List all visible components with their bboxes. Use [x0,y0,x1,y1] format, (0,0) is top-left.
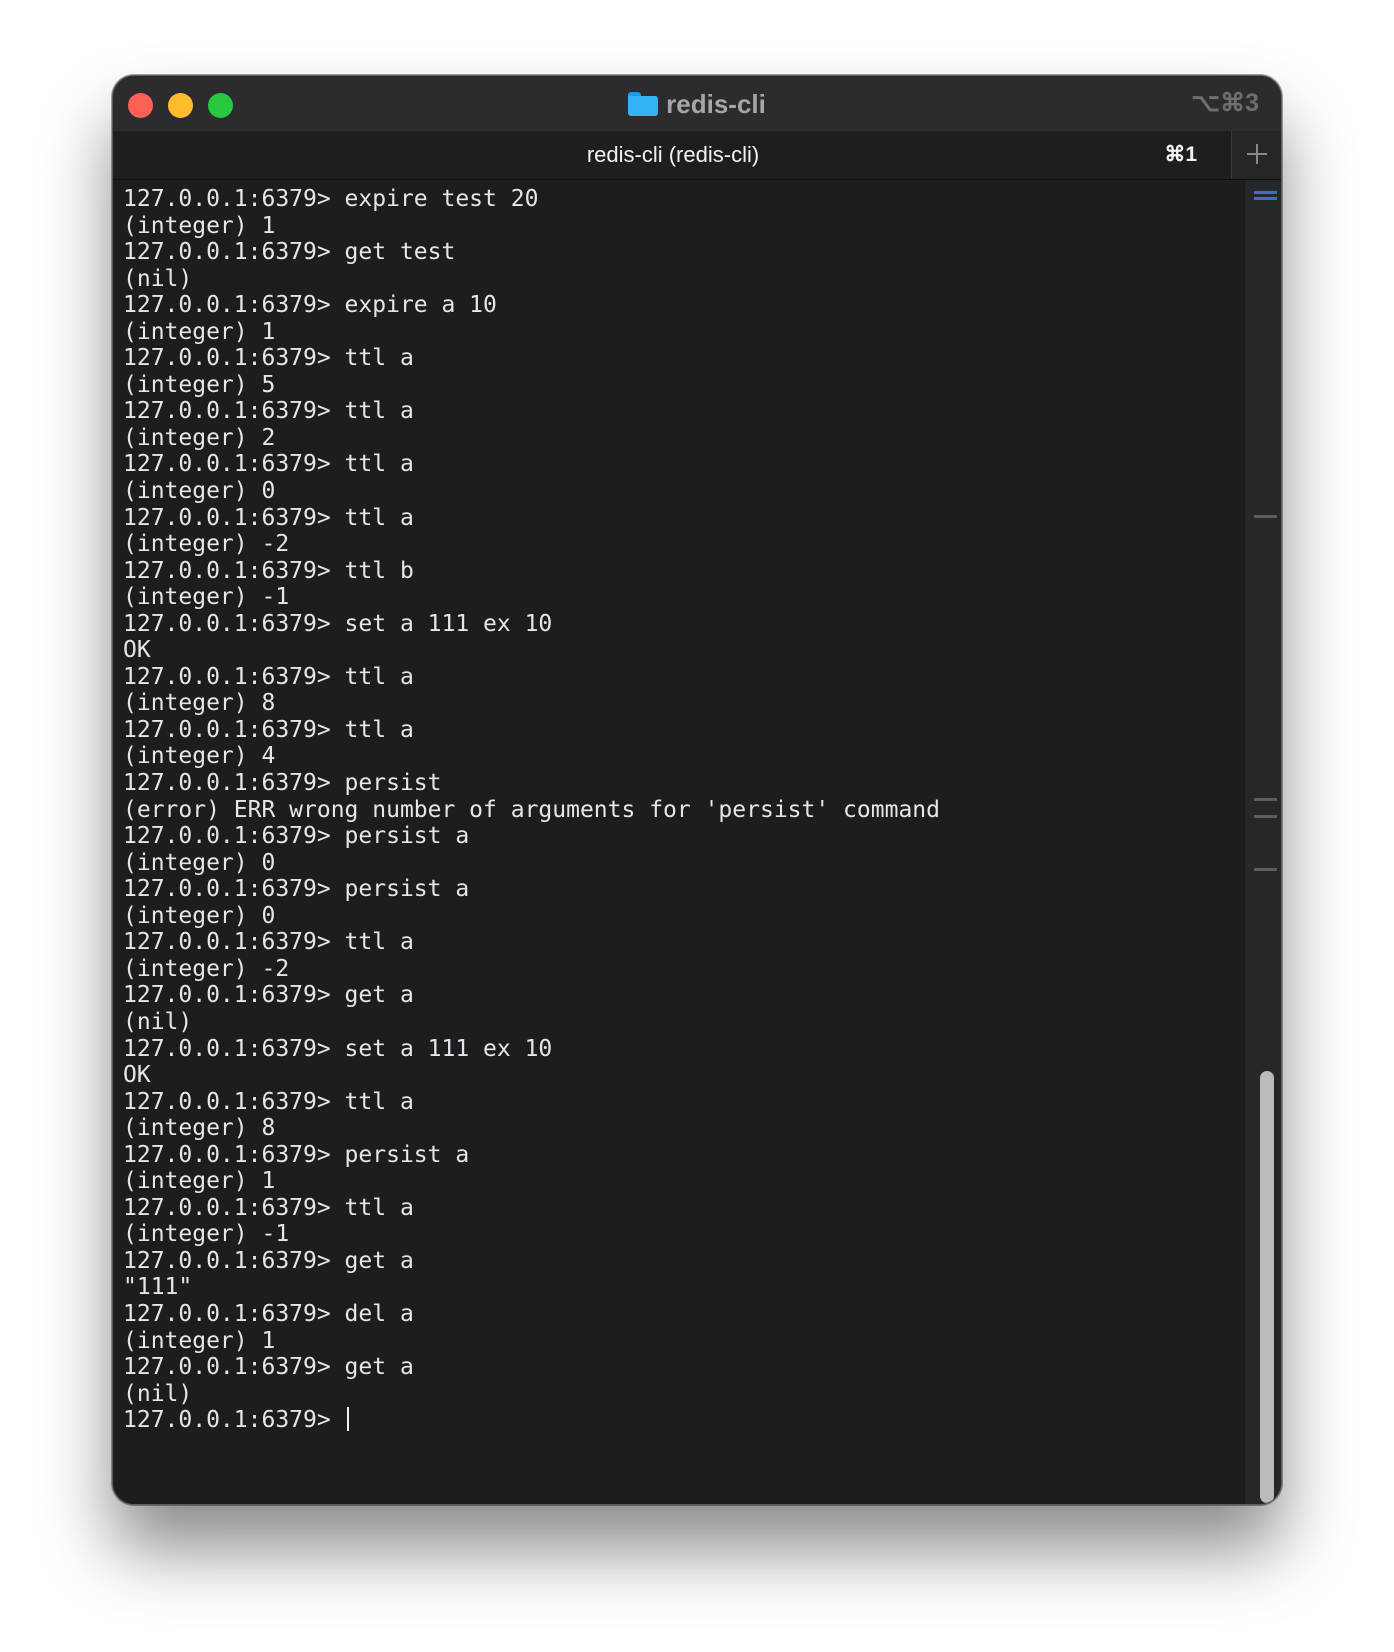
terminal-line: (integer) 0 [123,902,276,929]
terminal-line: (integer) -1 [123,584,290,611]
terminal-line: 127.0.0.1:6379> persist a [123,823,470,850]
terminal-line: 127.0.0.1:6379> set a 111 ex 10 [123,1035,553,1062]
scroll-mark [1254,197,1277,200]
terminal-line: (integer) -2 [123,955,290,982]
terminal-line: 127.0.0.1:6379> ttl a [123,451,414,478]
terminal-line: 127.0.0.1:6379> ttl a [123,663,414,690]
terminal-line: OK [123,1062,151,1089]
terminal-line: 127.0.0.1:6379> persist [123,770,442,797]
terminal-line: 127.0.0.1:6379> set a 111 ex 10 [123,610,553,637]
terminal-lines: 127.0.0.1:6379> expire test 20 (integer) … [123,186,940,1434]
scrollbar-thumb[interactable] [1260,1071,1274,1503]
scroll-mark [1254,515,1277,518]
terminal-line: OK [123,637,151,664]
terminal-line: (nil) [123,265,193,292]
new-tab-button[interactable] [1231,131,1281,179]
scroll-mark [1254,815,1277,818]
scroll-mark [1254,191,1277,194]
terminal-window: redis-cli ⌥⌘3 redis-cli (redis-cli) ⌘1 1… [112,75,1282,1505]
terminal-prompt-line[interactable]: 127.0.0.1:6379> [123,1407,940,1434]
terminal-line: 127.0.0.1:6379> expire a 10 [123,292,497,319]
terminal-line: (integer) 0 [123,478,276,505]
terminal-line: (integer) 5 [123,371,276,398]
terminal-line: (integer) 1 [123,318,276,345]
window-shortcut-label: ⌥⌘3 [1191,89,1259,117]
terminal-line: (error) ERR wrong number of arguments fo… [123,796,940,823]
title-bar[interactable]: redis-cli ⌥⌘3 [113,76,1281,131]
terminal-output[interactable]: 127.0.0.1:6379> expire test 20 (integer) … [113,180,1246,1504]
window-title: redis-cli [113,87,1281,121]
terminal-line: "111" [123,1274,193,1301]
terminal-line: 127.0.0.1:6379> del a [123,1300,414,1327]
terminal-line: (integer) 1 [123,212,276,239]
terminal-line: 127.0.0.1:6379> ttl a [123,504,414,531]
prompt: 127.0.0.1:6379> [123,1407,345,1434]
terminal-line: 127.0.0.1:6379> ttl a [123,1194,414,1221]
tab-redis-cli[interactable]: redis-cli (redis-cli) ⌘1 [113,131,1233,179]
terminal-line: (integer) 4 [123,743,276,770]
terminal-line: 127.0.0.1:6379> get a [123,982,414,1009]
terminal-line: 127.0.0.1:6379> expire test 20 [123,186,539,212]
terminal-line: 127.0.0.1:6379> persist a [123,1141,470,1168]
terminal-line: 127.0.0.1:6379> ttl a [123,1088,414,1115]
terminal-line: (integer) 8 [123,690,276,717]
terminal-line: (integer) -1 [123,1221,290,1248]
terminal-line: 127.0.0.1:6379> ttl b [123,557,414,584]
terminal-line: (nil) [123,1380,193,1407]
plus-icon [1247,144,1267,164]
scroll-mark [1254,798,1277,801]
folder-icon [628,92,659,116]
terminal-line: 127.0.0.1:6379> get test [123,239,456,266]
tab-shortcut-label: ⌘1 [1164,143,1197,166]
terminal-line: (integer) -2 [123,531,290,558]
terminal-line: (integer) 8 [123,1115,276,1142]
scroll-mark [1254,868,1277,871]
terminal-line: (integer) 1 [123,1327,276,1354]
terminal-line: (integer) 2 [123,424,276,451]
terminal-line: 127.0.0.1:6379> persist a [123,876,470,903]
text-cursor [346,1407,349,1432]
terminal-line: 127.0.0.1:6379> get a [123,1247,414,1274]
terminal-line: 127.0.0.1:6379> ttl a [123,716,414,743]
terminal-line: (nil) [123,1008,193,1035]
scrollbar[interactable] [1244,180,1281,1504]
terminal-line: (integer) 1 [123,1168,276,1195]
terminal-line: 127.0.0.1:6379> ttl a [123,929,414,956]
terminal-line: (integer) 0 [123,849,276,876]
terminal-line: 127.0.0.1:6379> get a [123,1354,414,1381]
tab-bar: redis-cli (redis-cli) ⌘1 [113,131,1281,180]
tab-label: redis-cli (redis-cli) [586,142,760,167]
window-title-text: redis-cli [666,89,766,119]
terminal-line: 127.0.0.1:6379> ttl a [123,398,414,425]
terminal-line: 127.0.0.1:6379> ttl a [123,345,414,372]
